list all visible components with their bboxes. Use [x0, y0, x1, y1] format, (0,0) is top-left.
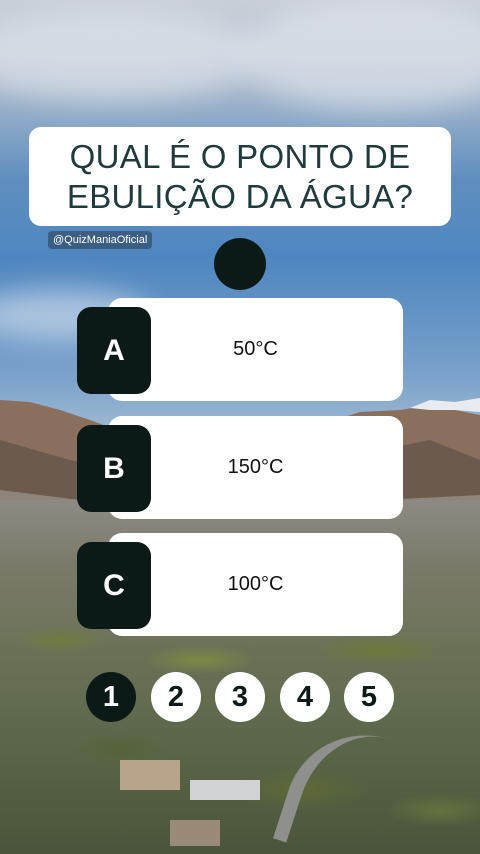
- answer-option-a[interactable]: 50°C: [108, 298, 403, 401]
- answer-letter-c[interactable]: C: [77, 542, 151, 629]
- question-card: QUAL É O PONTO DE EBULIÇÃO DA ÁGUA?: [29, 127, 451, 226]
- answer-text: 150°C: [227, 456, 284, 478]
- answer-text: 50°C: [233, 338, 278, 360]
- houses: [100, 750, 300, 850]
- page-dot-3[interactable]: 3: [215, 672, 265, 722]
- question-text: QUAL É O PONTO DE EBULIÇÃO DA ÁGUA?: [66, 137, 414, 215]
- timer-dot: [214, 238, 266, 290]
- answer-letter-a[interactable]: A: [77, 307, 151, 394]
- answer-text: 100°C: [227, 573, 284, 595]
- page-dot-2[interactable]: 2: [151, 672, 201, 722]
- channel-handle: @QuizManiaOficial: [48, 231, 153, 249]
- page-dot-5[interactable]: 5: [344, 672, 394, 722]
- answer-option-c[interactable]: 100°C: [108, 533, 403, 636]
- answer-letter-b[interactable]: B: [77, 425, 151, 512]
- page-dot-4[interactable]: 4: [280, 672, 330, 722]
- page-dot-1[interactable]: 1: [86, 672, 136, 722]
- answer-option-b[interactable]: 150°C: [108, 416, 403, 519]
